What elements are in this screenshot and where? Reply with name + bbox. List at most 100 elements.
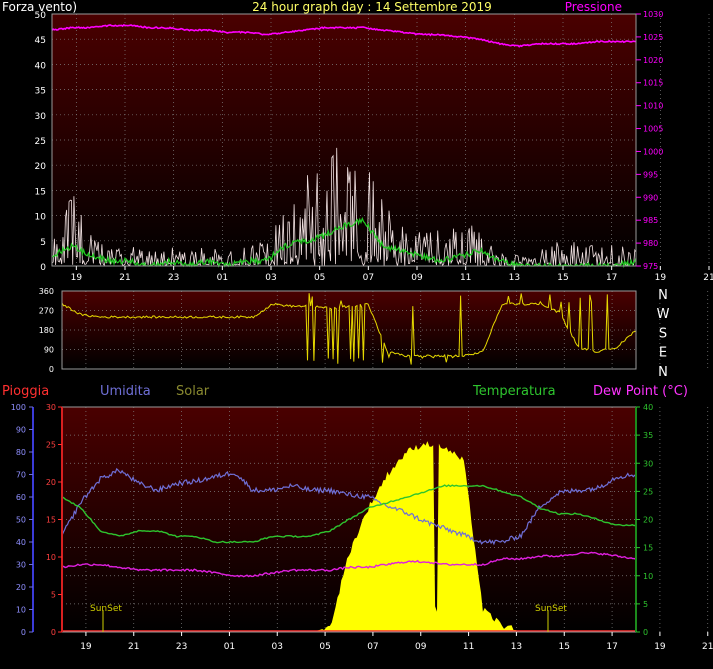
direction-plot-area — [62, 291, 636, 369]
pressure-tick-label: 1015 — [643, 79, 663, 88]
wind-tick-label: 20 — [35, 162, 47, 172]
wind-time-label: 01 — [217, 273, 228, 283]
pressure-tick-label: 1005 — [643, 125, 663, 134]
humidity-tick-label: 30 — [16, 561, 26, 570]
solar-label: Solar — [176, 384, 210, 399]
wind-time-label: 05 — [314, 273, 325, 283]
compass-letter: N — [658, 288, 668, 303]
dewpoint-label: Dew Point (°C) — [593, 384, 688, 399]
wind-time-label: 07 — [363, 273, 374, 283]
climate-time-label: 17 — [606, 642, 617, 652]
wind-time-label: 21 — [119, 273, 130, 283]
wind-time-label: 09 — [411, 273, 423, 283]
climate-time-label: 21 — [128, 642, 139, 652]
temperature-tick-label: 0 — [643, 628, 648, 637]
pressure-tick-label: 1020 — [643, 56, 663, 65]
temperature-label: Temperatura — [472, 384, 556, 399]
sunset-label-1: SunSet — [90, 604, 122, 614]
compass-letter: N — [658, 365, 668, 380]
wind-tick-label: 45 — [35, 36, 46, 46]
wind-axis-title: Forza vento) — [2, 0, 77, 14]
pressure-tick-label: 995 — [643, 170, 658, 179]
temperature-tick-label: 5 — [643, 600, 648, 609]
wind-time-label: 19 — [655, 273, 667, 283]
climate-time-label: 07 — [367, 642, 378, 652]
compass-letter: S — [659, 326, 667, 341]
pressure-tick-label: 990 — [643, 193, 658, 202]
compass-letter: E — [659, 346, 667, 361]
wind-time-label: 17 — [606, 273, 617, 283]
wind-time-label: 15 — [557, 273, 568, 283]
rain-tick-label: 15 — [46, 516, 56, 525]
pressure-tick-label: 985 — [643, 216, 658, 225]
temperature-tick-label: 20 — [643, 516, 653, 525]
pressure-tick-label: 1010 — [643, 102, 663, 111]
wind-time-label: 21 — [703, 273, 713, 283]
climate-time-label: 05 — [319, 642, 330, 652]
direction-tick-label: 90 — [44, 346, 54, 355]
direction-tick-label: 360 — [39, 287, 54, 296]
pressure-tick-label: 1030 — [643, 10, 663, 19]
climate-time-label: 19 — [80, 642, 92, 652]
temperature-tick-label: 35 — [643, 431, 653, 440]
climate-time-label: 09 — [415, 642, 427, 652]
wind-time-label: 13 — [509, 273, 520, 283]
climate-time-label: 11 — [463, 642, 474, 652]
graph-title: 24 hour graph day : 14 Settembre 2019 — [252, 0, 492, 14]
rain-tick-label: 10 — [46, 553, 56, 562]
climate-time-label: 23 — [176, 642, 187, 652]
temperature-tick-label: 30 — [643, 459, 653, 468]
rain-label: Pioggia — [2, 384, 49, 399]
temperature-tick-label: 25 — [643, 487, 653, 496]
compass-letter: W — [657, 307, 670, 322]
temperature-tick-label: 15 — [643, 544, 653, 553]
humidity-tick-label: 70 — [16, 471, 26, 480]
humidity-tick-label: 100 — [11, 403, 26, 412]
wind-tick-label: 5 — [40, 238, 46, 248]
rain-tick-label: 25 — [46, 441, 56, 450]
humidity-tick-label: 50 — [16, 516, 26, 525]
direction-tick-label: 270 — [39, 307, 54, 316]
humidity-label: Umidita — [100, 384, 151, 399]
rain-tick-label: 30 — [46, 403, 56, 412]
wind-time-label: 11 — [460, 273, 471, 283]
wind-time-label: 03 — [265, 273, 276, 283]
wind-tick-label: 40 — [35, 61, 47, 71]
wind-tick-label: 25 — [35, 137, 46, 147]
wind-tick-label: 15 — [35, 187, 46, 197]
temperature-tick-label: 10 — [643, 572, 653, 581]
climate-time-label: 03 — [272, 642, 283, 652]
wind-tick-label: 30 — [35, 112, 47, 122]
pressure-tick-label: 980 — [643, 239, 658, 248]
climate-time-label: 13 — [511, 642, 522, 652]
pressure-tick-label: 1025 — [643, 33, 663, 42]
wind-time-label: 19 — [71, 273, 83, 283]
rain-tick-label: 20 — [46, 478, 56, 487]
wind-tick-label: 10 — [35, 213, 47, 223]
wind-time-label: 23 — [168, 273, 179, 283]
wind-tick-label: 35 — [35, 87, 46, 97]
humidity-tick-label: 20 — [16, 583, 26, 592]
direction-tick-label: 180 — [39, 326, 54, 335]
rain-tick-label: 5 — [51, 591, 56, 600]
rain-tick-label: 0 — [51, 628, 56, 637]
climate-time-label: 15 — [559, 642, 570, 652]
temperature-tick-label: 40 — [643, 403, 653, 412]
direction-tick-label: 0 — [49, 365, 54, 374]
sunset-label-2: SunSet — [535, 604, 567, 614]
humidity-tick-label: 90 — [16, 426, 26, 435]
humidity-tick-label: 60 — [16, 493, 26, 502]
climate-time-label: 21 — [702, 642, 713, 652]
humidity-tick-label: 0 — [21, 628, 26, 637]
wind-tick-label: 0 — [40, 263, 46, 273]
climate-time-label: 01 — [224, 642, 235, 652]
humidity-tick-label: 10 — [16, 606, 26, 615]
pressure-axis-title: Pressione — [565, 0, 622, 14]
chart-svg: 50454035302520151050 1030102510201015101… — [0, 0, 713, 669]
pressure-tick-label: 975 — [643, 262, 658, 271]
pressure-tick-label: 1000 — [643, 147, 663, 156]
weather-graph: 50 45 40 35 30 25 20 15 10 5 0 1030 1025 1020 1015 101… — [0, 0, 713, 669]
humidity-tick-label: 80 — [16, 448, 26, 457]
climate-time-label: 19 — [654, 642, 666, 652]
humidity-tick-label: 40 — [16, 538, 26, 547]
